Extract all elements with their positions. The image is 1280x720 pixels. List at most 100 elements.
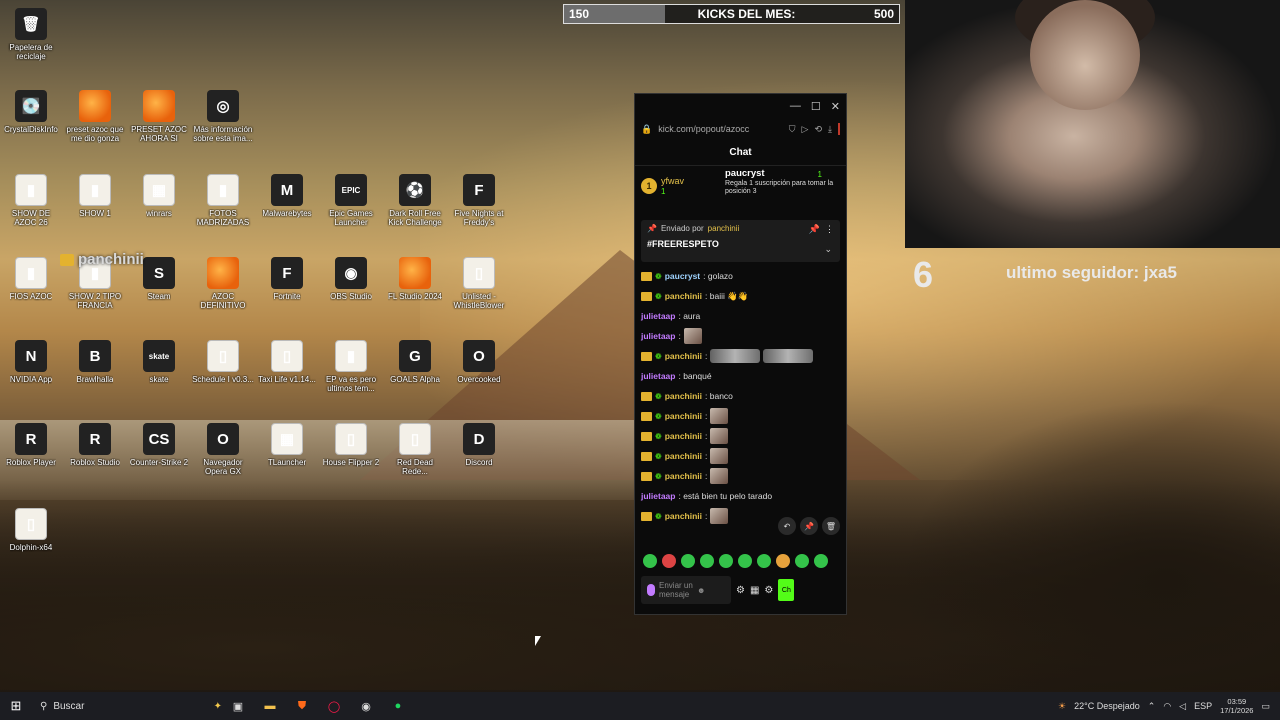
chevron-down-icon[interactable]: ⌄ (824, 244, 832, 255)
chat-username[interactable]: panchinii (665, 391, 702, 401)
desktop-icon[interactable]: ◎ Más información sobre esta ima... (192, 90, 254, 143)
chat-message[interactable]: ❁ panchinii: baiii 👋👋 (641, 286, 840, 306)
desktop-icon[interactable]: ▯ Dolphin-x64 (0, 508, 62, 552)
desktop-icon[interactable]: M Malwarebytes (256, 174, 318, 218)
obs-icon[interactable]: ◉ (350, 692, 382, 720)
desktop-icon[interactable]: ▮ SHOW 1 (64, 174, 126, 218)
more-options-icon[interactable]: ⋮ (825, 224, 834, 235)
chat-message[interactable]: julietaap: está bien tu pelo tarado (641, 486, 840, 506)
desktop-icon[interactable]: ◉ OBS Studio (320, 257, 382, 301)
chat-input[interactable]: Enviar un mensaje ☻ (641, 576, 731, 604)
chat-username[interactable]: panchinii (665, 511, 702, 521)
desktop-icon[interactable]: ▯ Unlisted - WhistleBlower (448, 257, 510, 310)
desktop-icon[interactable]: CS Counter-Strike 2 (128, 423, 190, 467)
opera-gx-icon[interactable]: ◯ (318, 692, 350, 720)
emote-icon[interactable] (795, 554, 809, 568)
chat-username[interactable]: panchinii (665, 411, 702, 421)
delete-icon[interactable]: 🗑 (822, 517, 840, 535)
desktop-icon[interactable]: ▮ FOTOS MADRIZADAS (192, 174, 254, 227)
volume-icon[interactable]: ◁ (1179, 701, 1186, 712)
chat-message[interactable]: julietaap: banqué (641, 366, 840, 386)
gear-icon[interactable]: ⚙ (764, 585, 773, 596)
notifications-icon[interactable]: ▭ (1261, 701, 1270, 712)
desktop-icon[interactable]: ▯ Taxi Life v1.14... (256, 340, 318, 384)
file-explorer-icon[interactable]: ▬ (254, 692, 286, 720)
desktop-icon[interactable]: ▯ Red Dead Rede... (384, 423, 446, 476)
refresh-icon[interactable]: ⟲ (814, 124, 822, 135)
desktop-icon[interactable]: O Navegador Opera GX (192, 423, 254, 476)
download-icon[interactable]: ⤓ (828, 124, 832, 135)
desktop-icon[interactable]: PRESET AZOC AHORA SI (128, 90, 190, 143)
chat-message[interactable]: ❁ panchinii: (641, 426, 840, 446)
desktop-icon[interactable]: F Fortnite (256, 257, 318, 301)
pin-message-icon[interactable]: 📌 (800, 517, 818, 535)
chat-username[interactable]: paucryst (665, 271, 700, 281)
emote-icon[interactable] (643, 554, 657, 568)
desktop-icon[interactable]: ▯ Schedule I v0.3... (192, 340, 254, 384)
desktop-icon[interactable]: ⚽ Dark Roll Free Kick Challenge (384, 174, 446, 227)
desktop-icon[interactable]: ▮ SHOW DE AZOC 26 (0, 174, 62, 227)
chat-username[interactable]: julietaap (641, 311, 675, 321)
desktop-icon[interactable]: ▦ TLauncher (256, 423, 318, 467)
desktop-icon[interactable]: preset azoc que me dio gonza (64, 90, 126, 143)
store-icon[interactable]: ▦ (750, 585, 759, 596)
chat-message[interactable]: ❁ panchinii: (641, 406, 840, 426)
chat-message[interactable]: julietaap: aura (641, 306, 840, 326)
emote-icon[interactable] (757, 554, 771, 568)
task-view-icon[interactable]: ▣ (222, 692, 254, 720)
send-button[interactable]: Ch (778, 579, 795, 601)
desktop-icon[interactable]: R Roblox Player (0, 423, 62, 467)
desktop-icon[interactable]: AZOC DEFINITIVO (192, 257, 254, 310)
desktop-icon[interactable]: skate skate (128, 340, 190, 384)
desktop-icon[interactable]: ▮ EP va es pero ultimos tem... (320, 340, 382, 393)
pinned-by-user[interactable]: panchinii (708, 224, 740, 233)
desktop-icon[interactable]: ▯ House Flipper 2 (320, 423, 382, 467)
emoji-icon[interactable]: ☻ (697, 586, 705, 595)
desktop-icon[interactable]: 💽 CrystalDiskInfo (0, 90, 62, 134)
emote-icon[interactable] (814, 554, 828, 568)
gift-cta[interactable]: paucryst Regala 1 suscripción para tomar… (725, 169, 840, 196)
shield-icon[interactable]: ⛉ (789, 124, 796, 135)
url-text[interactable]: kick.com/popout/azocc (658, 124, 783, 134)
chat-message[interactable]: ❁ paucryst: golazo (641, 266, 840, 286)
chat-username[interactable]: panchinii (665, 351, 702, 361)
chat-message[interactable]: ❁ panchinii: banco (641, 386, 840, 406)
desktop-icon[interactable]: FL Studio 2024 (384, 257, 446, 301)
clock[interactable]: 03:59 17/1/2026 (1220, 697, 1253, 715)
maximize-icon[interactable]: ☐ (811, 100, 821, 113)
desktop-icon[interactable]: ▮ FIOS AZOC (0, 257, 62, 301)
chat-username[interactable]: panchinii (665, 291, 702, 301)
desktop-icon[interactable]: F Five Nights at Freddy's (448, 174, 510, 227)
desktop-icon[interactable]: R Roblox Studio (64, 423, 126, 467)
brave-icon[interactable]: ⛊ (286, 692, 318, 720)
desktop-icon[interactable]: D Discord (448, 423, 510, 467)
emote-icon[interactable] (776, 554, 790, 568)
mic-icon[interactable] (647, 584, 655, 596)
chat-username[interactable]: panchinii (665, 431, 702, 441)
unpin-icon[interactable]: 📌 (809, 224, 820, 235)
chat-popout-window[interactable]: — ☐ ✕ 🔒 kick.com/popout/azocc ⛉ ▷ ⟲ ⤓ Ch… (634, 93, 847, 615)
play-icon[interactable]: ▷ (802, 124, 809, 135)
chat-message[interactable]: julietaap: (641, 326, 840, 346)
desktop-icon[interactable]: N NVIDIA App (0, 340, 62, 384)
desktop-icon[interactable]: O Overcooked (448, 340, 510, 384)
wifi-icon[interactable]: ◠ (1163, 701, 1171, 712)
chat-username[interactable]: julietaap (641, 491, 675, 501)
taskbar-search[interactable]: ⚲ Buscar ✦ (32, 692, 222, 720)
close-icon[interactable]: ✕ (831, 100, 840, 113)
reply-icon[interactable]: ↶ (778, 517, 796, 535)
emote-icon[interactable] (700, 554, 714, 568)
spotify-icon[interactable]: ● (382, 692, 414, 720)
chat-username[interactable]: julietaap (641, 371, 675, 381)
emote-icon[interactable] (738, 554, 752, 568)
chat-message[interactable]: ❁ panchinii: (641, 446, 840, 466)
chevron-up-icon[interactable]: ⌃ (1148, 701, 1156, 712)
desktop-icon[interactable]: G GOALS Alpha (384, 340, 446, 384)
chat-message[interactable]: ❁ panchinii: (641, 346, 840, 366)
chat-username[interactable]: panchinii (665, 451, 702, 461)
desktop-icon[interactable]: B Brawlhalla (64, 340, 126, 384)
start-button[interactable]: ⊞ (0, 692, 32, 720)
settings-icon[interactable]: ⚙ (736, 585, 745, 596)
emote-icon[interactable] (681, 554, 695, 568)
chat-username[interactable]: panchinii (665, 471, 702, 481)
